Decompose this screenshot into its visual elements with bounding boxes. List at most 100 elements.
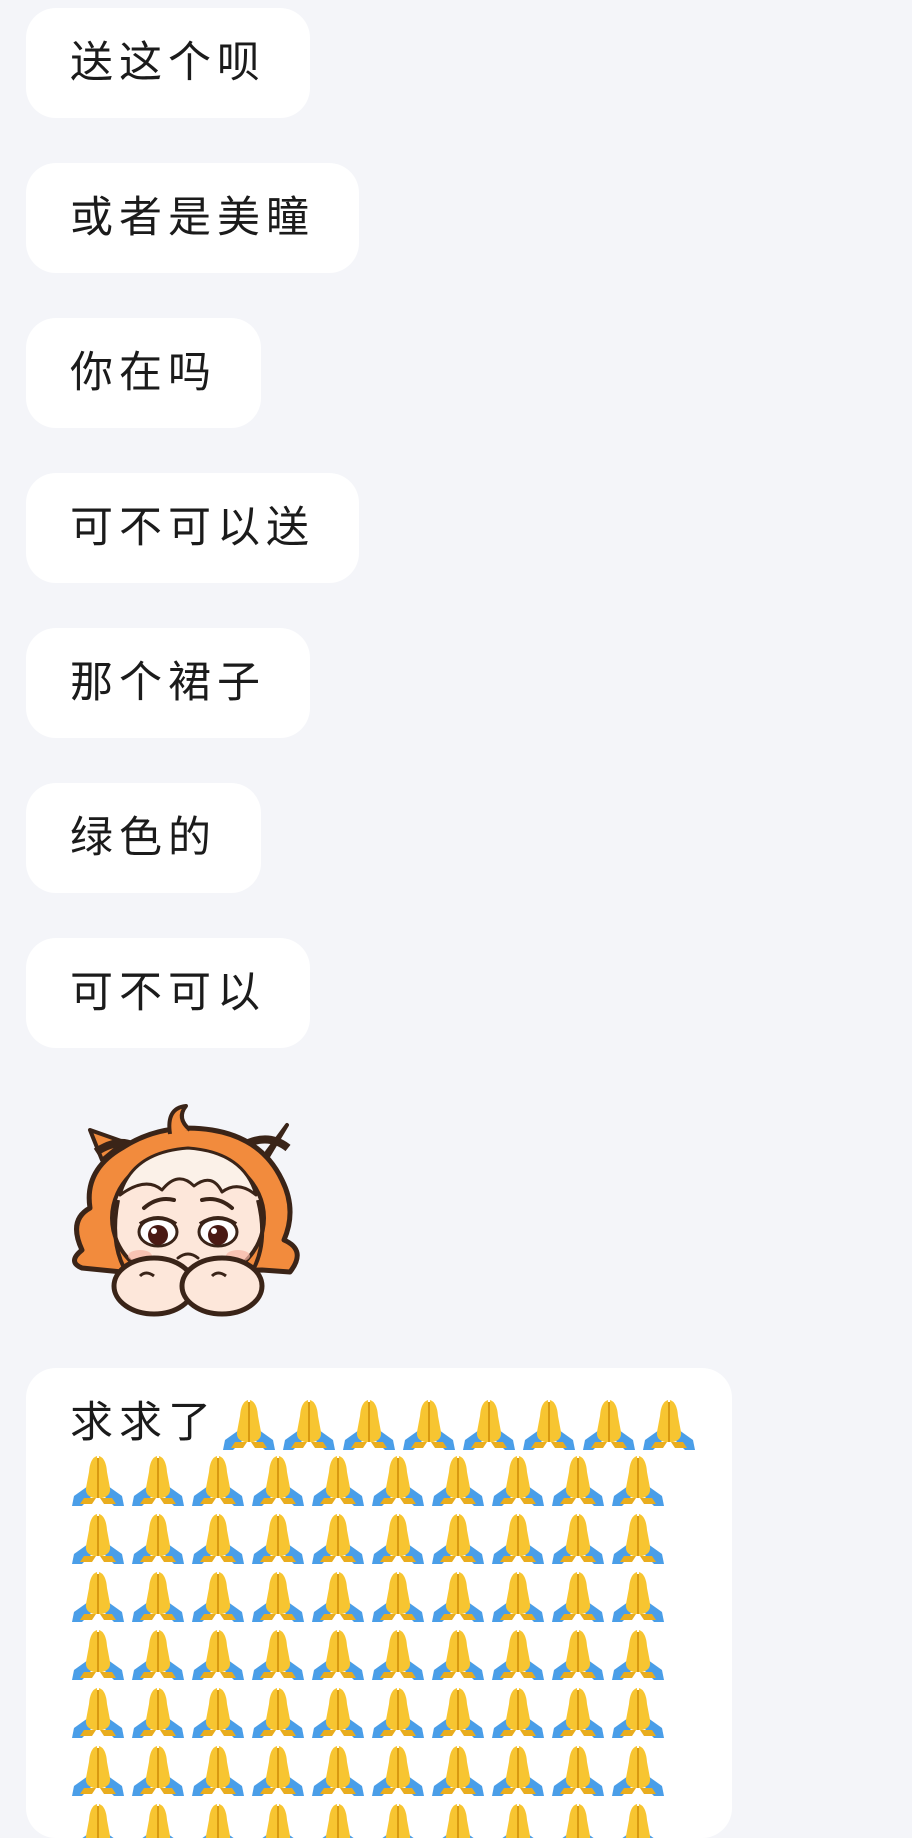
folded-hands-icon <box>72 1746 124 1796</box>
message-text: 或者是美瞳 <box>70 193 315 243</box>
folded-hands-icon <box>523 1400 575 1450</box>
folded-hands-icon <box>312 1456 364 1506</box>
folded-hands-icon <box>132 1572 184 1622</box>
folded-hands-icon <box>312 1630 364 1680</box>
folded-hands-icon <box>442 1804 474 1838</box>
message-bubble[interactable]: 送这个呗 <box>26 8 310 118</box>
folded-hands-icon <box>643 1400 695 1450</box>
folded-hands-icon <box>502 1804 534 1838</box>
folded-hands-icon <box>192 1688 244 1738</box>
message-bubble[interactable]: 绿色的 <box>26 783 261 893</box>
folded-hands-icon <box>372 1688 424 1738</box>
message-bubble[interactable]: 可不可以送 <box>26 473 359 583</box>
message-text: 送这个呗 <box>70 38 266 88</box>
folded-hands-row <box>70 1452 702 1510</box>
folded-hands-icon <box>132 1688 184 1738</box>
folded-hands-icon <box>562 1804 594 1838</box>
folded-hands-row <box>70 1568 702 1626</box>
folded-hands-icon <box>192 1456 244 1506</box>
folded-hands-icon <box>132 1456 184 1506</box>
folded-hands-row <box>70 1626 702 1684</box>
folded-hands-icon <box>612 1572 664 1622</box>
folded-hands-icon <box>252 1572 304 1622</box>
folded-hands-icon <box>72 1456 124 1506</box>
folded-hands-icon <box>552 1572 604 1622</box>
folded-hands-icon <box>492 1688 544 1738</box>
folded-hands-icon <box>583 1400 635 1450</box>
folded-hands-icon <box>622 1804 654 1838</box>
folded-hands-row <box>70 1684 702 1742</box>
folded-hands-icon <box>312 1514 364 1564</box>
folded-hands-icon <box>132 1630 184 1680</box>
folded-hands-icon <box>612 1456 664 1506</box>
folded-hands-icon <box>552 1746 604 1796</box>
folded-hands-icon <box>312 1688 364 1738</box>
folded-hands-icon <box>132 1514 184 1564</box>
folded-hands-icon <box>492 1514 544 1564</box>
folded-hands-icon <box>192 1572 244 1622</box>
folded-hands-icon <box>72 1630 124 1680</box>
crying-cartoon-girl-sticker-icon <box>72 1104 300 1317</box>
folded-hands-icon <box>252 1514 304 1564</box>
folded-hands-icon <box>82 1804 114 1838</box>
folded-hands-icon <box>432 1572 484 1622</box>
folded-hands-icon <box>322 1804 354 1838</box>
message-text: 可不可以 <box>70 968 266 1018</box>
folded-hands-icon <box>612 1688 664 1738</box>
folded-hands-icon <box>192 1514 244 1564</box>
folded-hands-icon <box>552 1456 604 1506</box>
folded-hands-icon <box>612 1514 664 1564</box>
folded-hands-icon <box>372 1572 424 1622</box>
folded-hands-icon <box>192 1630 244 1680</box>
message-text: 你在吗 <box>70 348 217 398</box>
message-bubble[interactable]: 或者是美瞳 <box>26 163 359 273</box>
folded-hands-icon <box>492 1630 544 1680</box>
message-text: 绿色的 <box>70 813 217 863</box>
folded-hands-icon <box>72 1514 124 1564</box>
message-bubble[interactable]: 你在吗 <box>26 318 261 428</box>
message-text: 可不可以送 <box>70 503 315 553</box>
crying-girl-sticker[interactable] <box>62 1100 312 1325</box>
message-bubble[interactable]: 可不可以 <box>26 938 310 1048</box>
folded-hands-icon <box>492 1456 544 1506</box>
folded-hands-icon <box>223 1400 275 1450</box>
folded-hands-icon <box>463 1400 515 1450</box>
plead-first-line: 求求了 <box>70 1394 702 1452</box>
folded-hands-icon <box>192 1746 244 1796</box>
plead-text: 求求了 <box>70 1398 217 1448</box>
folded-hands-icon <box>432 1456 484 1506</box>
folded-hands-icon <box>612 1630 664 1680</box>
folded-hands-icon <box>432 1514 484 1564</box>
folded-hands-icon <box>552 1514 604 1564</box>
folded-hands-icon <box>372 1456 424 1506</box>
folded-hands-icon <box>343 1400 395 1450</box>
folded-hands-row <box>70 1510 702 1568</box>
folded-hands-icon <box>142 1804 174 1838</box>
folded-hands-icon <box>252 1688 304 1738</box>
folded-hands-icon <box>202 1804 234 1838</box>
folded-hands-icon <box>382 1804 414 1838</box>
folded-hands-icon <box>432 1630 484 1680</box>
folded-hands-icon <box>372 1746 424 1796</box>
folded-hands-icon <box>492 1746 544 1796</box>
folded-hands-icon <box>252 1630 304 1680</box>
folded-hands-icon <box>132 1746 184 1796</box>
message-text: 那个裙子 <box>70 658 266 708</box>
folded-hands-icon <box>252 1746 304 1796</box>
folded-hands-icon <box>492 1572 544 1622</box>
folded-hands-icon <box>312 1746 364 1796</box>
folded-hands-icon <box>262 1804 294 1838</box>
folded-hands-icon <box>372 1630 424 1680</box>
folded-hands-icon <box>72 1688 124 1738</box>
folded-hands-icon <box>72 1572 124 1622</box>
plead-message-bubble[interactable]: 求求了 <box>26 1368 732 1838</box>
folded-hands-icon <box>432 1688 484 1738</box>
folded-hands-row <box>70 1742 702 1800</box>
chat-area: 送这个呗 或者是美瞳 你在吗 可不可以送 那个裙子 绿色的 可不可以 求求了 <box>0 0 912 1838</box>
folded-hands-icon <box>552 1630 604 1680</box>
folded-hands-icon <box>283 1400 335 1450</box>
folded-hands-row <box>70 1800 702 1838</box>
folded-hands-icon <box>252 1456 304 1506</box>
folded-hands-icon <box>612 1746 664 1796</box>
message-bubble[interactable]: 那个裙子 <box>26 628 310 738</box>
